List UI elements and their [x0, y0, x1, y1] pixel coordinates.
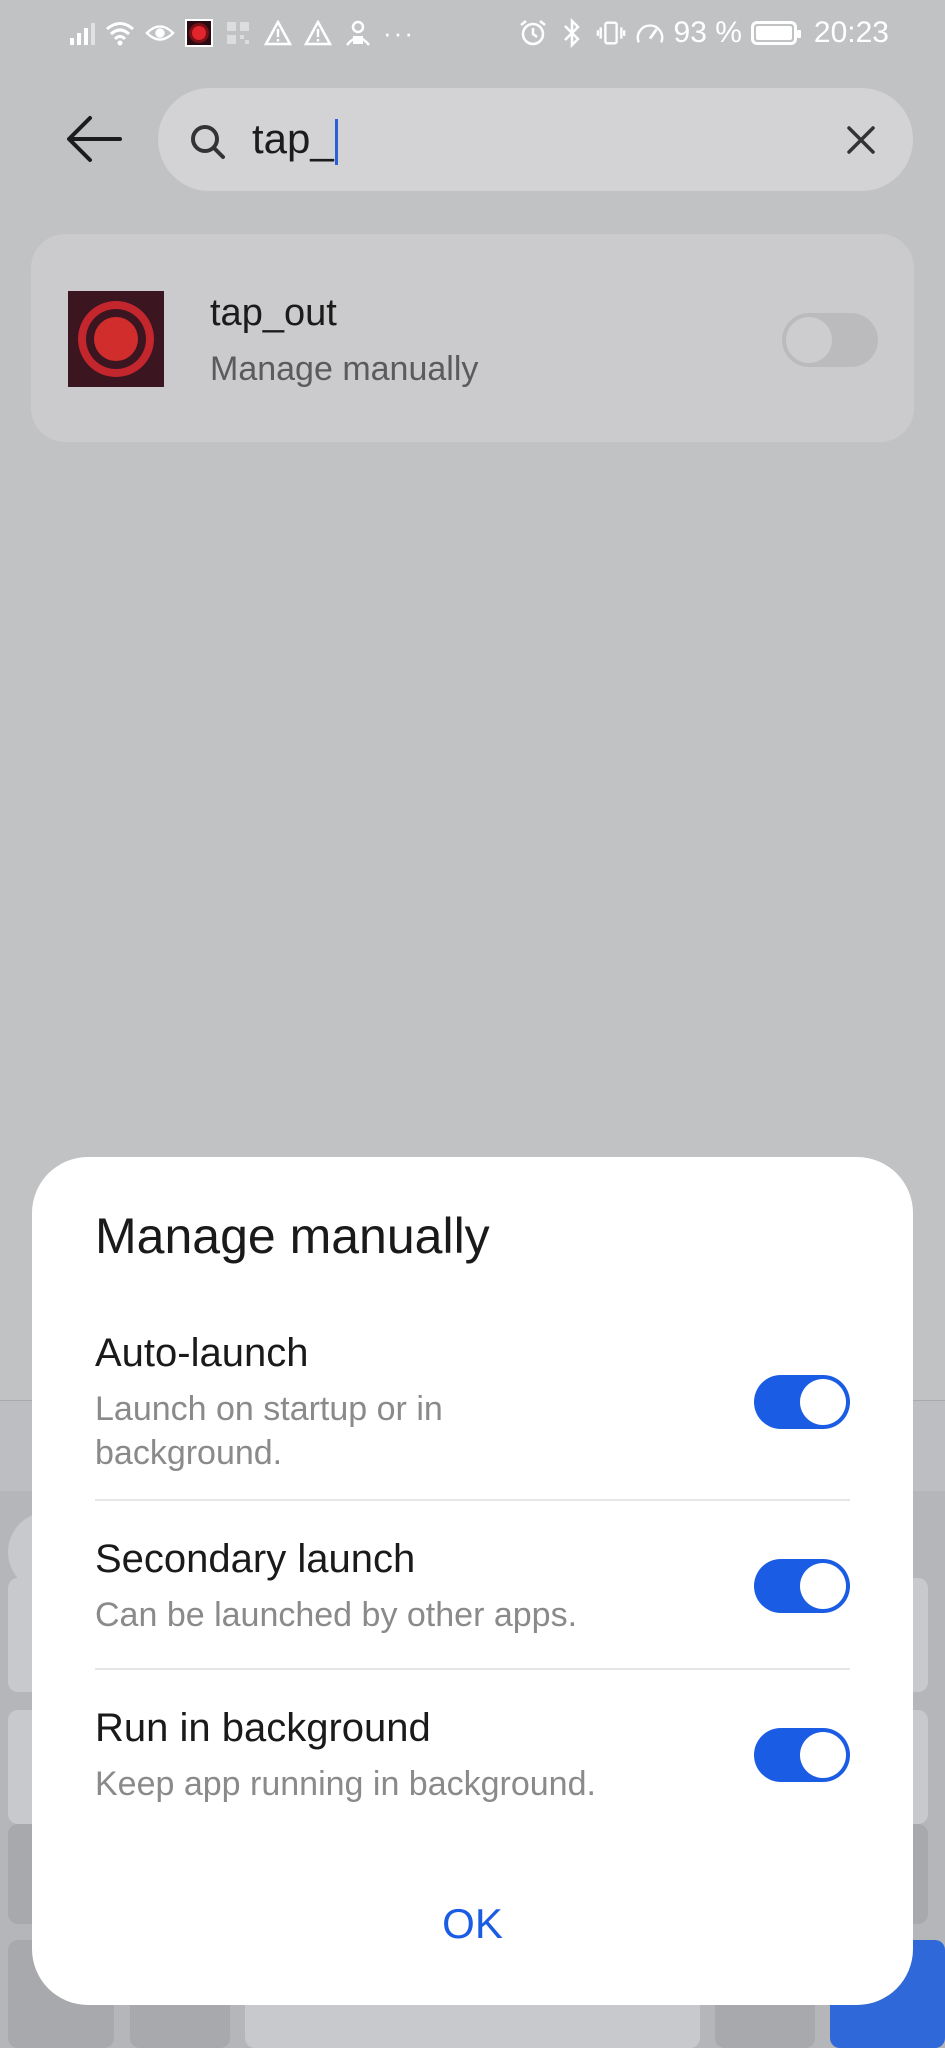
bluetooth-icon	[557, 18, 587, 48]
app-launch-toggle[interactable]	[782, 313, 878, 367]
option-auto-launch: Auto-launch Launch on startup or in back…	[95, 1329, 850, 1475]
option-description: Launch on startup or in background.	[95, 1390, 443, 1472]
eye-icon	[145, 18, 175, 48]
battery-percent: 93 %	[673, 16, 742, 49]
option-description: Can be launched by other apps.	[95, 1596, 578, 1634]
option-run-in-background: Run in background Keep app running in ba…	[95, 1704, 850, 1806]
screen-record-icon	[185, 19, 213, 47]
search-input[interactable]: tap_	[252, 110, 338, 168]
signal-icon	[70, 21, 95, 45]
text-caret	[334, 118, 338, 165]
app-name: tap_out	[210, 292, 337, 334]
manage-manually-dialog: Manage manually Auto-launch Launch on st…	[32, 1157, 913, 2005]
back-button[interactable]	[60, 104, 130, 174]
back-arrow-icon	[67, 116, 122, 162]
qr-icon	[223, 18, 253, 48]
divider	[95, 1499, 850, 1501]
status-bar: ··· 93 % 20:23	[0, 0, 945, 66]
app-icon	[68, 291, 164, 387]
user-shield-icon	[343, 18, 373, 48]
dialog-title: Manage manually	[95, 1208, 490, 1264]
more-notifications-icon: ···	[383, 17, 415, 48]
warning-icon	[303, 18, 333, 48]
vibrate-icon	[596, 18, 626, 48]
option-secondary-launch: Secondary launch Can be launched by othe…	[95, 1535, 850, 1637]
status-icons-left: ···	[70, 14, 415, 52]
alarm-icon	[518, 18, 548, 48]
search-icon	[188, 122, 228, 162]
status-icons-right: 93 % 20:23	[518, 14, 889, 52]
warning-icon	[263, 18, 293, 48]
ok-button[interactable]: OK	[32, 1874, 913, 1974]
option-description: Keep app running in background.	[95, 1765, 596, 1803]
clear-search-button[interactable]	[843, 122, 879, 158]
search-field[interactable]: tap_	[158, 88, 913, 191]
wifi-icon	[105, 18, 135, 48]
app-status-subtitle: Manage manually	[210, 350, 479, 388]
clock: 20:23	[813, 16, 889, 49]
run-in-background-toggle[interactable]	[754, 1728, 850, 1782]
close-icon	[847, 126, 875, 154]
auto-launch-toggle[interactable]	[754, 1375, 850, 1429]
battery-icon	[750, 21, 801, 45]
option-title: Auto-launch	[95, 1331, 309, 1375]
divider	[95, 1668, 850, 1670]
search-query: tap_	[252, 115, 334, 162]
option-title: Run in background	[95, 1706, 431, 1750]
speedometer-icon	[635, 18, 665, 48]
option-title: Secondary launch	[95, 1537, 416, 1581]
secondary-launch-toggle[interactable]	[754, 1559, 850, 1613]
